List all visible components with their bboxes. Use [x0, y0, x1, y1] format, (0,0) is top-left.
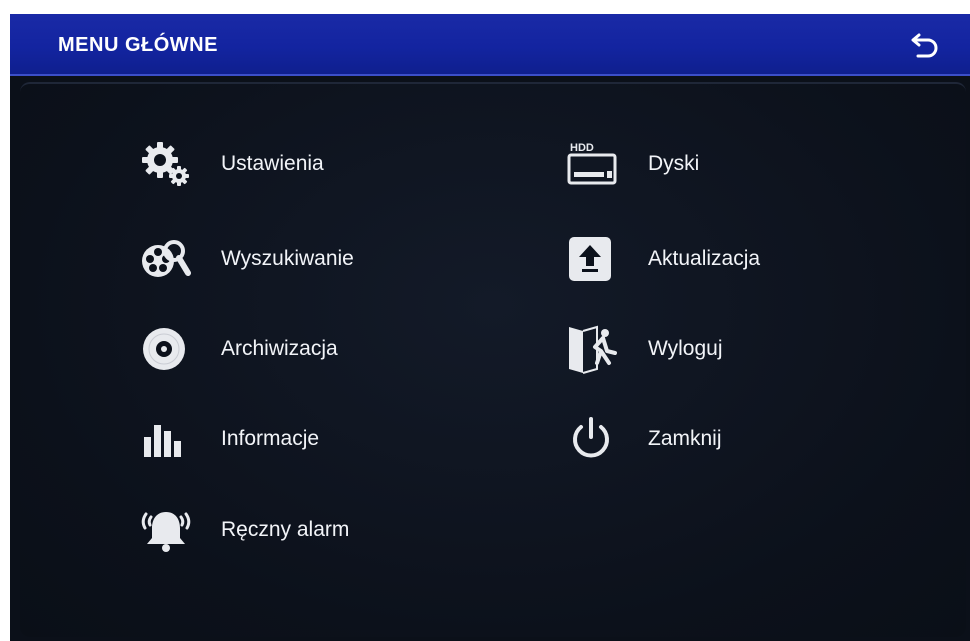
menu-item-zamknij[interactable]: Zamknij: [562, 411, 722, 467]
menu-item-aktualizacja[interactable]: Aktualizacja: [562, 231, 760, 287]
menu-item-label: Informacje: [221, 427, 320, 450]
return-arrow-icon: [911, 33, 938, 58]
bar-chart-icon: [135, 411, 197, 467]
alarm-bell-icon: [135, 502, 197, 558]
window-title: MENU GŁÓWNE: [58, 34, 218, 56]
gears-icon: [135, 136, 197, 192]
menu-item-dyski[interactable]: HDD Dyski: [562, 136, 699, 192]
menu-item-ustawienia[interactable]: Ustawienia: [135, 136, 324, 192]
title-bar: MENU GŁÓWNE: [10, 14, 970, 76]
menu-item-archiwizacja[interactable]: Archiwizacja: [135, 321, 338, 377]
menu-item-label: Ustawienia: [221, 152, 324, 175]
menu-item-wyloguj[interactable]: Wyloguj: [562, 321, 723, 377]
exit-door-icon: [562, 321, 624, 377]
menu-item-wyszukiwanie[interactable]: Wyszukiwanie: [135, 231, 354, 287]
disc-icon: [135, 321, 197, 377]
svg-text:HDD: HDD: [570, 142, 594, 154]
hdd-icon: HDD: [562, 136, 624, 192]
menu-item-label: Aktualizacja: [648, 247, 761, 270]
menu-item-informacje[interactable]: Informacje: [135, 411, 319, 467]
menu-item-label: Ręczny alarm: [221, 518, 350, 541]
menu-item-reczny-alarm[interactable]: Ręczny alarm: [135, 502, 349, 558]
menu-item-label: Wyloguj: [648, 337, 723, 360]
menu-item-label: Archiwizacja: [221, 337, 338, 360]
menu-item-label: Dyski: [648, 152, 700, 175]
main-menu-window: MENU GŁÓWNE Ustawienia Wyszukiwanie Arch…: [10, 14, 970, 641]
upload-arrow-icon: [562, 231, 624, 287]
film-reel-search-icon: [135, 231, 197, 287]
menu-item-label: Zamknij: [648, 427, 722, 450]
back-button[interactable]: [908, 29, 942, 61]
menu-panel: Ustawienia Wyszukiwanie Archiwizacja Inf…: [20, 82, 966, 637]
power-icon: [562, 411, 624, 467]
menu-item-label: Wyszukiwanie: [221, 247, 354, 270]
